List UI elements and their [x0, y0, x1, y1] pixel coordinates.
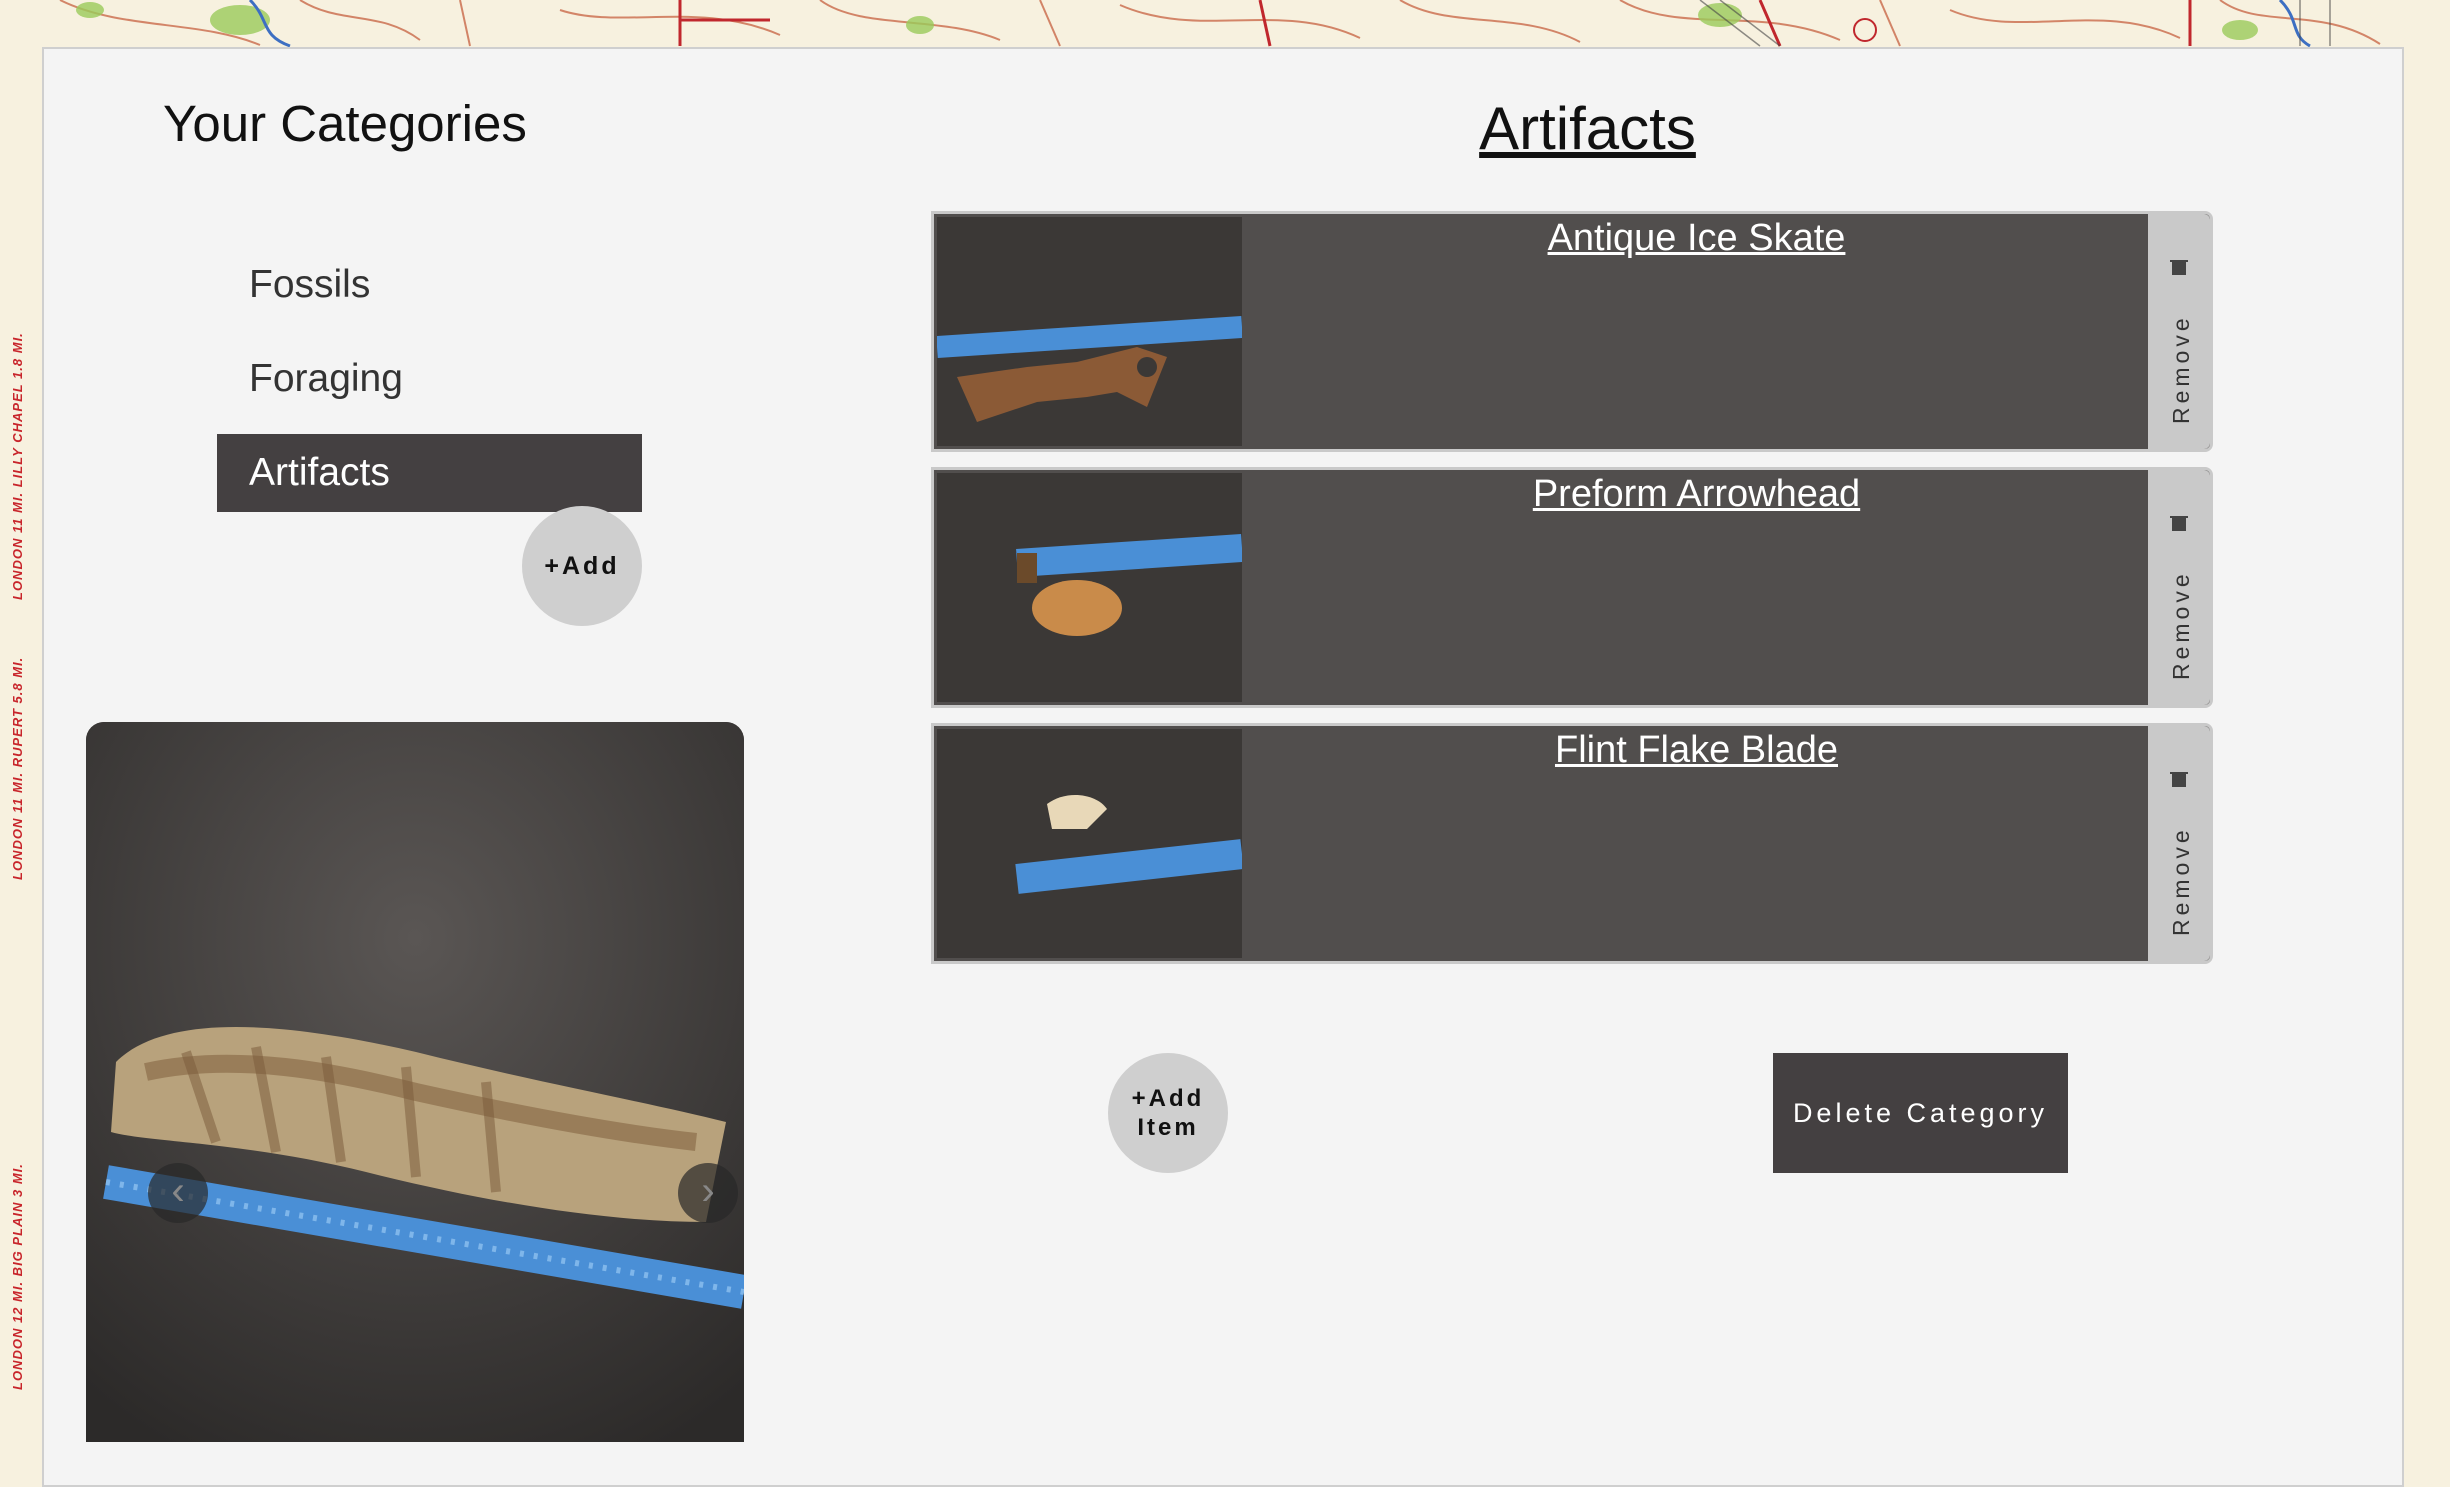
- trash-icon: [2170, 772, 2188, 787]
- item-title[interactable]: Preform Arrowhead: [1244, 470, 2149, 518]
- item-thumbnail[interactable]: [937, 729, 1242, 958]
- category-item-fossils[interactable]: Fossils: [217, 246, 642, 324]
- item-thumbnail[interactable]: [937, 473, 1242, 702]
- page-title: Artifacts: [1479, 95, 1696, 162]
- remove-label: Remove: [2168, 570, 2194, 680]
- remove-label: Remove: [2168, 826, 2194, 936]
- category-item-foraging[interactable]: Foraging: [217, 340, 642, 418]
- delete-category-button[interactable]: Delete Category: [1773, 1053, 2068, 1173]
- list-item: Flint Flake Blade Remove: [931, 723, 2213, 964]
- chevron-right-icon[interactable]: ›: [678, 1163, 738, 1223]
- item-title[interactable]: Flint Flake Blade: [1244, 726, 2149, 774]
- remove-button[interactable]: Remove: [2148, 470, 2210, 705]
- category-list: Fossils Foraging Artifacts: [217, 246, 642, 528]
- map-label: LONDON 11 MI. RUPERT 5.8 MI.: [10, 656, 25, 880]
- add-item-label-line2: Item: [1137, 1114, 1199, 1141]
- add-item-button[interactable]: +Add Item: [1108, 1053, 1228, 1173]
- map-label: LONDON 12 MI. BIG PLAIN 3 MI.: [10, 1163, 25, 1390]
- remove-label: Remove: [2168, 314, 2194, 424]
- trash-icon: [2170, 260, 2188, 275]
- list-item: Antique Ice Skate Remove: [931, 211, 2213, 452]
- item-title[interactable]: Antique Ice Skate: [1244, 214, 2149, 262]
- chevron-left-icon[interactable]: ‹: [148, 1163, 208, 1223]
- add-category-button[interactable]: +Add: [522, 506, 642, 626]
- item-thumbnail[interactable]: [937, 217, 1242, 446]
- remove-button[interactable]: Remove: [2148, 726, 2210, 961]
- image-viewer: ‹ ›: [86, 722, 744, 1442]
- fossil-photo: [86, 722, 744, 1442]
- add-item-label-line1: +Add: [1131, 1085, 1205, 1112]
- sidebar-title: Your Categories: [163, 95, 527, 152]
- trash-icon: [2170, 516, 2188, 531]
- item-list: Antique Ice Skate Remove Preform Arrowhe…: [890, 211, 2213, 979]
- category-item-artifacts[interactable]: Artifacts: [217, 434, 642, 512]
- list-item: Preform Arrowhead Remove: [931, 467, 2213, 708]
- remove-button[interactable]: Remove: [2148, 214, 2210, 449]
- map-label: LONDON 11 MI. LILLY CHAPEL 1.8 MI.: [10, 332, 25, 600]
